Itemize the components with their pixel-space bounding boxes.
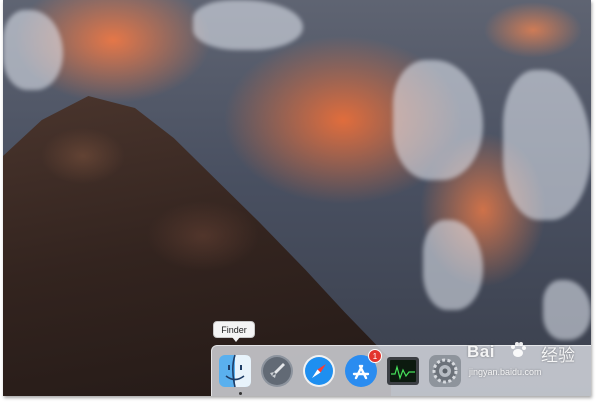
- dock-item-finder[interactable]: [218, 354, 252, 395]
- snow-patch: [3, 10, 63, 90]
- launchpad-rocket-icon: [261, 355, 293, 387]
- safari-compass-icon: [303, 355, 335, 387]
- gear-icon: [429, 355, 461, 387]
- screenshot-frame: Finder 1 Bai 经验 jingyan.baidu.com: [0, 0, 600, 404]
- snow-patch: [503, 70, 591, 220]
- dock-tooltip-label: Finder: [221, 324, 247, 335]
- dock-item-safari[interactable]: [302, 354, 336, 388]
- running-indicator: [239, 392, 242, 395]
- snow-patch: [543, 280, 591, 340]
- baidu-paw-icon: [511, 342, 526, 357]
- watermark-url: jingyan.baidu.com: [469, 367, 542, 377]
- dock-tooltip: Finder: [213, 321, 255, 342]
- dock-item-system-preferences[interactable]: [428, 354, 462, 388]
- watermark-logo-text: Bai: [467, 342, 495, 361]
- activity-monitor-icon: [387, 357, 419, 385]
- desktop-wallpaper: Finder 1 Bai 经验 jingyan.baidu.com: [3, 0, 591, 396]
- snow-patch: [193, 0, 303, 50]
- dock-item-app-store[interactable]: 1: [344, 349, 382, 388]
- notification-badge: 1: [368, 349, 382, 363]
- dock-item-launchpad[interactable]: [260, 354, 294, 388]
- watermark-jingyan-text: 经验: [541, 346, 575, 365]
- finder-icon: [219, 354, 251, 388]
- snow-patch: [423, 220, 483, 310]
- snow-patch: [393, 60, 483, 180]
- dock-item-activity-monitor[interactable]: [386, 354, 420, 388]
- baidu-jingyan-watermark: Bai 经验 jingyan.baidu.com: [459, 336, 591, 396]
